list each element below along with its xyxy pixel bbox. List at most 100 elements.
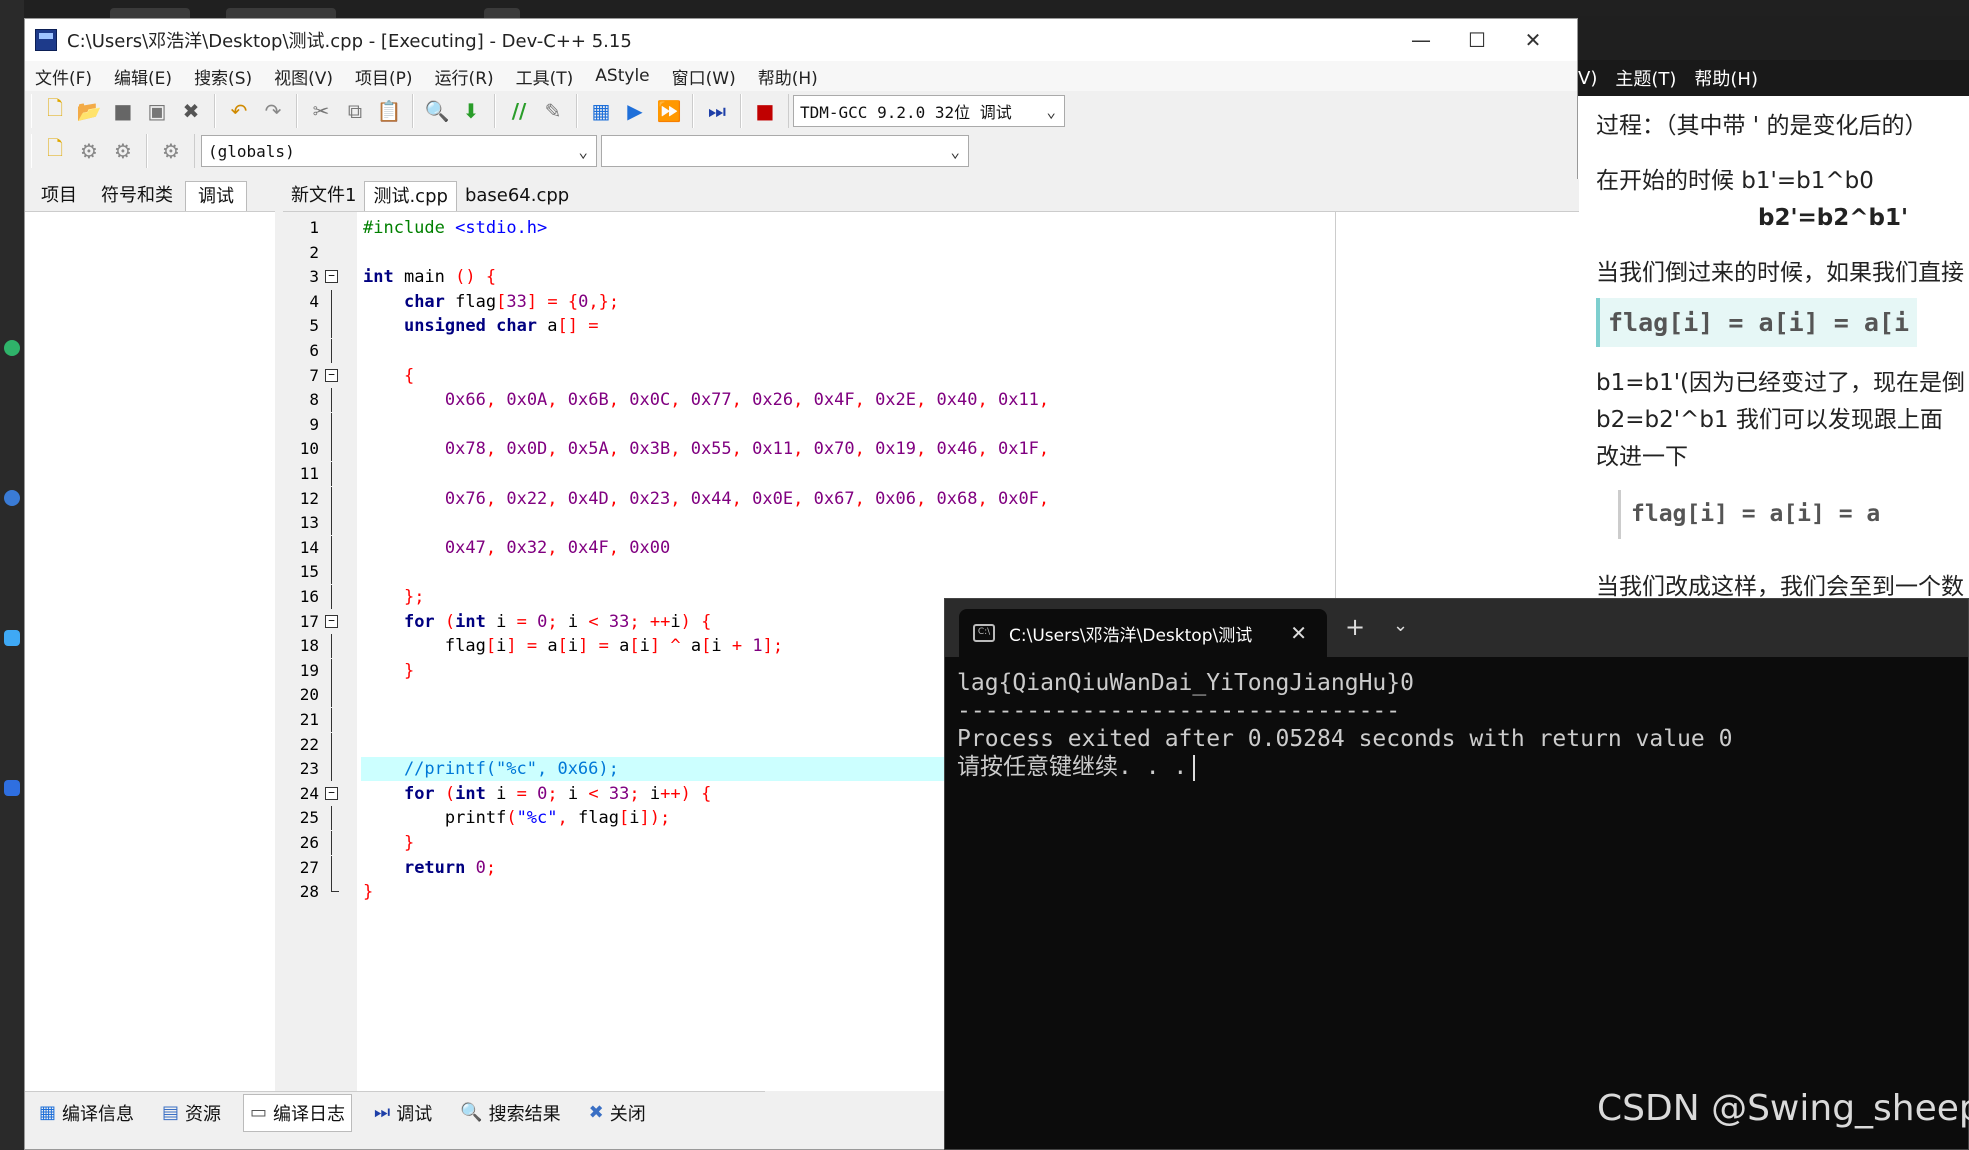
- minimize-button[interactable]: —: [1393, 19, 1449, 61]
- menu-search[interactable]: 搜索(S): [194, 64, 252, 89]
- code-line[interactable]: 11: [283, 462, 1579, 486]
- goto-icon[interactable]: ⬇: [456, 96, 486, 126]
- member-select[interactable]: ⌄: [601, 135, 969, 167]
- terminal-output[interactable]: lag{QianQiuWanDai_YiTongJiangHu}0 -------…: [945, 657, 1968, 781]
- code-text: int main () {: [363, 267, 497, 288]
- scope-select[interactable]: (globals) ⌄: [201, 135, 597, 167]
- code-line[interactable]: 3− int main () {: [283, 265, 1579, 289]
- compile-run-icon[interactable]: ⏩: [654, 96, 684, 126]
- close-button[interactable]: ✕: [1505, 19, 1561, 61]
- fold-toggle-icon[interactable]: −: [325, 270, 338, 284]
- menu-project[interactable]: 项目(P): [355, 64, 413, 89]
- gear-icon[interactable]: ⚙: [108, 136, 138, 166]
- menu-astyle[interactable]: AStyle: [595, 66, 649, 86]
- indent-icon[interactable]: ✎: [538, 96, 568, 126]
- close-icon[interactable]: ✕: [1290, 621, 1307, 645]
- tab-new-file[interactable]: 新文件1: [283, 181, 364, 211]
- new-file-icon[interactable]: 🗋: [40, 96, 70, 126]
- document-menu-item[interactable]: V): [1578, 68, 1597, 89]
- code-line[interactable]: 7− {: [283, 364, 1579, 388]
- code-text: return 0;: [403, 857, 497, 878]
- document-menu-item[interactable]: 主题(T): [1615, 65, 1676, 91]
- fold-end-marker: [331, 880, 339, 893]
- comment-icon[interactable]: //: [504, 96, 534, 126]
- line-number: 26: [299, 833, 319, 852]
- code-line[interactable]: 12 0x76, 0x22, 0x4D, 0x23, 0x44, 0x0E, 0…: [283, 486, 1579, 511]
- fold-guide: [331, 560, 332, 585]
- tab-resources[interactable]: ▤ 资源: [156, 1094, 227, 1132]
- fold-toggle-icon[interactable]: −: [325, 614, 338, 628]
- search-results-icon: 🔍: [460, 1102, 483, 1123]
- debug-icon[interactable]: ⏭: [702, 96, 732, 126]
- tab-close[interactable]: ✖ 关闭: [583, 1094, 652, 1132]
- chevron-down-icon[interactable]: ⌄: [1393, 615, 1408, 636]
- code-line[interactable]: 1 #include <stdio.h>: [283, 216, 1579, 240]
- tab-compile-log[interactable]: ▭ 编译日志: [243, 1093, 353, 1132]
- menu-window[interactable]: 窗口(W): [672, 64, 736, 89]
- terminal-tab[interactable]: C:\ C:\Users\邓浩洋\Desktop\测试 ✕: [959, 609, 1327, 657]
- code-line[interactable]: 13: [283, 511, 1579, 536]
- menu-help[interactable]: 帮助(H): [758, 64, 818, 89]
- document-text: 改进一下: [1596, 444, 1688, 470]
- fold-toggle-icon[interactable]: −: [325, 786, 338, 800]
- code-line[interactable]: 6: [283, 339, 1579, 363]
- paste-icon[interactable]: 📋: [374, 96, 404, 126]
- code-text: #include <stdio.h>: [363, 218, 548, 238]
- copy-icon[interactable]: ⧉: [340, 96, 370, 126]
- code-line[interactable]: 8 0x66, 0x0A, 0x6B, 0x0C, 0x77, 0x26, 0x…: [283, 388, 1579, 413]
- fold-guide: [331, 732, 332, 757]
- code-line[interactable]: 4 char flag[33] = {0,};: [283, 289, 1579, 314]
- terminal-prompt-line: 请按任意键继续. . .: [957, 753, 1968, 781]
- menu-file[interactable]: 文件(F): [35, 64, 92, 89]
- clipboard-toolbar-group: ✂ ⧉ 📋: [297, 94, 413, 128]
- fold-guide: [331, 708, 332, 732]
- save-icon[interactable]: ■: [108, 96, 138, 126]
- run-icon[interactable]: ▶: [620, 96, 650, 126]
- devcpp-titlebar[interactable]: C:\Users\邓浩洋\Desktop\测试.cpp - [Executing…: [25, 19, 1577, 61]
- redo-icon[interactable]: ↷: [258, 96, 288, 126]
- find-icon[interactable]: 🔍: [422, 96, 452, 126]
- new-class-icon[interactable]: 🗋: [40, 136, 70, 166]
- maximize-button[interactable]: ☐: [1449, 19, 1505, 61]
- desktop-app-icon[interactable]: [4, 490, 20, 506]
- tab-label: 资源: [185, 1103, 222, 1125]
- desktop-app-icon[interactable]: [4, 630, 20, 646]
- code-line[interactable]: 14 0x47, 0x32, 0x4F, 0x00: [283, 535, 1579, 560]
- code-line[interactable]: 5 unsigned char a[] =: [283, 314, 1579, 339]
- close-file-icon[interactable]: ✖: [176, 96, 206, 126]
- desktop-app-icon[interactable]: [4, 780, 20, 796]
- tab-base64-cpp[interactable]: base64.cpp: [457, 181, 577, 211]
- code-line[interactable]: 2: [283, 241, 1579, 265]
- undo-icon[interactable]: ↶: [224, 96, 254, 126]
- menu-view[interactable]: 视图(V): [274, 64, 333, 89]
- tab-compile-info[interactable]: ▦ 编译信息: [33, 1094, 140, 1132]
- new-tab-button[interactable]: +: [1345, 613, 1365, 641]
- tab-symbols[interactable]: 符号和类: [89, 181, 185, 211]
- code-line[interactable]: 10 0x78, 0x0D, 0x5A, 0x3B, 0x55, 0x11, 0…: [283, 437, 1579, 462]
- gear-icon[interactable]: ⚙: [156, 136, 186, 166]
- document-text: b1=b1'(因为已经变过了，现在是倒: [1596, 370, 1966, 396]
- menu-run[interactable]: 运行(R): [435, 64, 494, 89]
- menu-tools[interactable]: 工具(T): [516, 64, 574, 89]
- fold-toggle-icon[interactable]: −: [325, 368, 338, 382]
- tab-test-cpp[interactable]: 测试.cpp: [364, 181, 457, 211]
- tab-project[interactable]: 项目: [29, 181, 89, 211]
- tab-debug[interactable]: 调试: [185, 181, 247, 211]
- code-line[interactable]: 9: [283, 412, 1579, 437]
- tab-debug-bottom[interactable]: ⏭ 调试: [368, 1094, 438, 1132]
- compiler-select[interactable]: TDM-GCC 9.2.0 32位 调试 ⌄: [793, 95, 1065, 127]
- document-menu-item[interactable]: 帮助(H): [1694, 65, 1758, 91]
- left-pane-content: [25, 211, 275, 1091]
- compile-icon[interactable]: ▦: [586, 96, 616, 126]
- gear-icon[interactable]: ⚙: [74, 136, 104, 166]
- line-number: 28: [299, 882, 319, 902]
- open-file-icon[interactable]: 📂: [74, 96, 104, 126]
- stop-icon[interactable]: ■: [750, 96, 780, 126]
- cut-icon[interactable]: ✂: [306, 96, 336, 126]
- tab-search-results[interactable]: 🔍 搜索结果: [454, 1094, 566, 1132]
- menu-edit[interactable]: 编辑(E): [114, 64, 172, 89]
- desktop-app-icon[interactable]: [4, 340, 20, 356]
- save-all-icon[interactable]: ▣: [142, 96, 172, 126]
- file-toolbar-group: 🗋 📂 ■ ▣ ✖: [31, 94, 215, 128]
- code-line[interactable]: 15: [283, 560, 1579, 585]
